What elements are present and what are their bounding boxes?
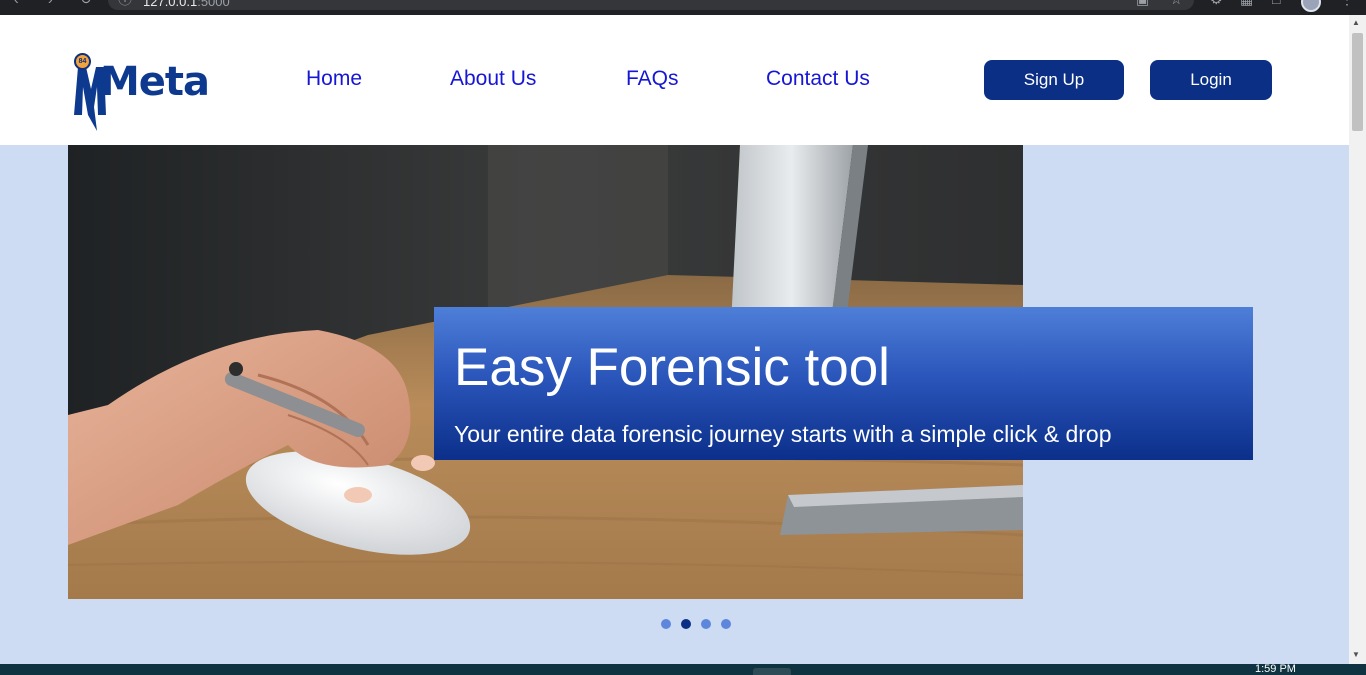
meta-logo[interactable]: 84 Meta xyxy=(72,53,210,131)
bookmark-star-icon[interactable]: ☆ xyxy=(1170,0,1183,6)
taskbar-app-icon[interactable] xyxy=(753,668,791,675)
hero-subtitle: Your entire data forensic journey starts… xyxy=(454,421,1112,447)
scroll-thumb[interactable] xyxy=(1352,33,1363,131)
carousel-dot[interactable] xyxy=(721,619,731,629)
site-info-icon[interactable]: ⓘ xyxy=(118,0,132,6)
address-url: 127.0.0.1:5000 xyxy=(143,0,230,9)
profile-avatar[interactable] xyxy=(1301,0,1321,12)
nav-contact-us[interactable]: Contact Us xyxy=(766,67,870,91)
sign-up-button[interactable]: Sign Up xyxy=(984,60,1124,100)
carousel-dot[interactable] xyxy=(701,619,711,629)
page-viewport: 84 Meta Home About Us FAQs Contact Us Si… xyxy=(0,15,1349,664)
url-host: 127.0.0.1 xyxy=(143,0,198,9)
logo-badge: 84 xyxy=(74,53,91,70)
address-bar[interactable] xyxy=(108,0,1194,10)
scroll-down-icon[interactable]: ▼ xyxy=(1352,651,1360,659)
reload-icon[interactable]: ↻ xyxy=(80,0,92,6)
brand-name: Meta xyxy=(100,59,210,105)
browser-toolbar: ‹ › ↻ ⓘ 127.0.0.1:5000 ▣ ☆ ⚙ ▦ □ ⋮ xyxy=(0,0,1366,15)
page-icon[interactable]: ▣ xyxy=(1136,0,1149,6)
hero-caption: Easy Forensic tool Your entire data fore… xyxy=(434,307,1253,460)
hero-title: Easy Forensic tool xyxy=(454,338,890,397)
scroll-up-icon[interactable]: ▲ xyxy=(1352,19,1360,27)
window-icon[interactable]: □ xyxy=(1272,0,1280,6)
forward-icon[interactable]: › xyxy=(48,0,53,6)
login-button[interactable]: Login xyxy=(1150,60,1272,100)
more-menu-icon[interactable]: ⋮ xyxy=(1340,0,1354,6)
os-taskbar: 1:59 PM xyxy=(0,663,1366,675)
site-header: 84 Meta Home About Us FAQs Contact Us Si… xyxy=(0,15,1349,145)
nav-faqs[interactable]: FAQs xyxy=(626,67,679,91)
carousel-dot-active[interactable] xyxy=(681,619,691,629)
nav-about-us[interactable]: About Us xyxy=(450,67,536,91)
nav-home[interactable]: Home xyxy=(306,67,362,91)
vertical-scrollbar[interactable]: ▲ ▼ xyxy=(1349,15,1366,664)
taskbar-clock: 1:59 PM xyxy=(1255,663,1296,675)
url-port: :5000 xyxy=(197,0,230,9)
back-icon[interactable]: ‹ xyxy=(14,0,19,6)
carousel-dot[interactable] xyxy=(661,619,671,629)
puzzle-icon[interactable]: ▦ xyxy=(1240,0,1253,6)
extension-icon[interactable]: ⚙ xyxy=(1210,0,1223,6)
